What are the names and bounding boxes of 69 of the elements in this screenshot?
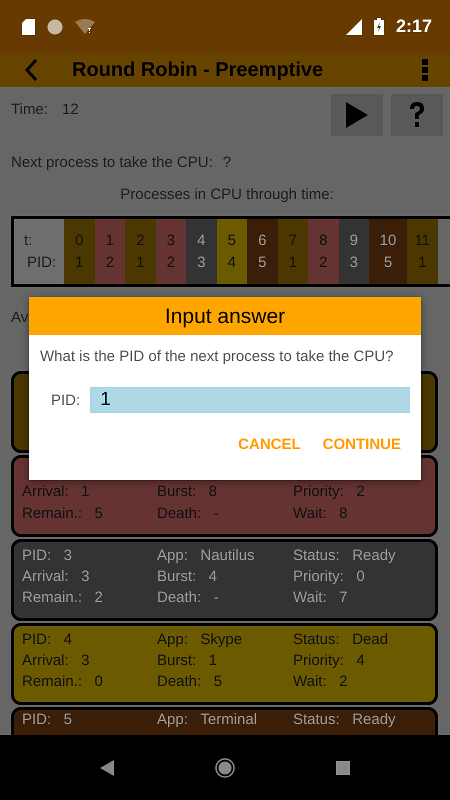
pid-label: PID: (51, 392, 80, 408)
process-field: Burst: 4 (157, 568, 293, 589)
process-field: Burst: 1 (157, 652, 293, 673)
dialog-question: What is the PID of the next process to take the CPU? (40, 348, 395, 365)
circle-icon (47, 18, 63, 34)
timeline-cell: 7 1 (278, 219, 308, 284)
dialog-button[interactable]: CANCEL (232, 432, 307, 457)
wifi-icon (75, 18, 95, 34)
recents-nav-icon[interactable] (336, 760, 350, 774)
process-field: Status: Dead (293, 631, 427, 652)
process-field: Priority: 0 (293, 568, 427, 589)
dialog-button[interactable]: CONTINUE (316, 432, 407, 457)
timeline-cell: 8 2 (308, 219, 338, 284)
more-menu-icon[interactable] (422, 58, 428, 82)
process-field: PID: 4 (22, 631, 157, 652)
process-field: App: Skype (157, 631, 293, 652)
dialog-title: Input answer (29, 297, 421, 335)
timeline-cell: 6 5 (247, 219, 278, 284)
row-label: PID: (27, 252, 58, 272)
play-button[interactable] (331, 94, 383, 136)
timeline-cell: 2 1 (125, 219, 156, 284)
process-field: Burst: 8 (157, 483, 293, 504)
timeline-cell: 4 3 (186, 219, 216, 284)
time-label: Time: (11, 101, 48, 120)
row-label: t: (24, 230, 34, 250)
next-process-value: ? (222, 154, 232, 171)
home-nav-icon[interactable] (214, 758, 235, 778)
timeline-cell: 5 4 (216, 219, 247, 284)
process-field: Remain.: 0 (22, 673, 157, 694)
signal-icon (346, 18, 362, 34)
timeline-cell: 0 1 (64, 219, 94, 284)
process-field: Wait: 8 (293, 504, 427, 526)
back-icon[interactable] (24, 58, 38, 82)
process-field: PID: 5 (22, 711, 157, 732)
process-field: Status: Ready (293, 547, 427, 568)
timeline-title: Processes in CPU through time: (119, 186, 335, 203)
process-field: Death: - (157, 589, 293, 610)
back-nav-icon[interactable] (100, 760, 114, 776)
process-field: Priority: 2 (293, 483, 427, 504)
process-field: Priority: 4 (293, 652, 427, 673)
process-field: Death: 5 (157, 673, 293, 694)
timeline-cell: 11 1 (407, 219, 438, 284)
next-process-label: Next process to take the CPU: (11, 154, 213, 171)
process-field: App: Nautilus (157, 547, 293, 568)
process-field: Arrival: 1 (22, 483, 157, 504)
average-label: Av (11, 309, 28, 326)
battery-icon (374, 18, 384, 35)
process-field: Wait: 2 (293, 673, 427, 694)
process-field: Remain.: 2 (22, 589, 157, 610)
clock-time: 2:17 (396, 16, 432, 37)
process-field: Arrival: 3 (22, 652, 157, 673)
timeline-cell: 3 2 (156, 219, 186, 284)
timeline-cell: 1 2 (94, 219, 125, 284)
process-field: PID: 3 (22, 547, 157, 568)
time-value: 12 (62, 101, 79, 120)
process-field: Remain.: 5 (22, 504, 157, 526)
process-field: Arrival: 3 (22, 568, 157, 589)
process-field: App: Terminal (157, 711, 293, 732)
help-button[interactable] (391, 94, 443, 136)
pid-input-field[interactable]: 1 (90, 387, 410, 413)
process-field: Wait: 7 (293, 589, 427, 610)
question-mark-icon (408, 101, 426, 129)
screen-title: Round Robin - Preemptive (72, 58, 324, 82)
timeline-cell: 9 3 (338, 219, 369, 284)
process-field: Death: - (157, 504, 293, 526)
sd-card-icon (22, 18, 35, 34)
process-field: Status: Ready (293, 711, 427, 732)
play-icon (346, 102, 368, 128)
timeline-cell: 10 5 (369, 219, 407, 284)
